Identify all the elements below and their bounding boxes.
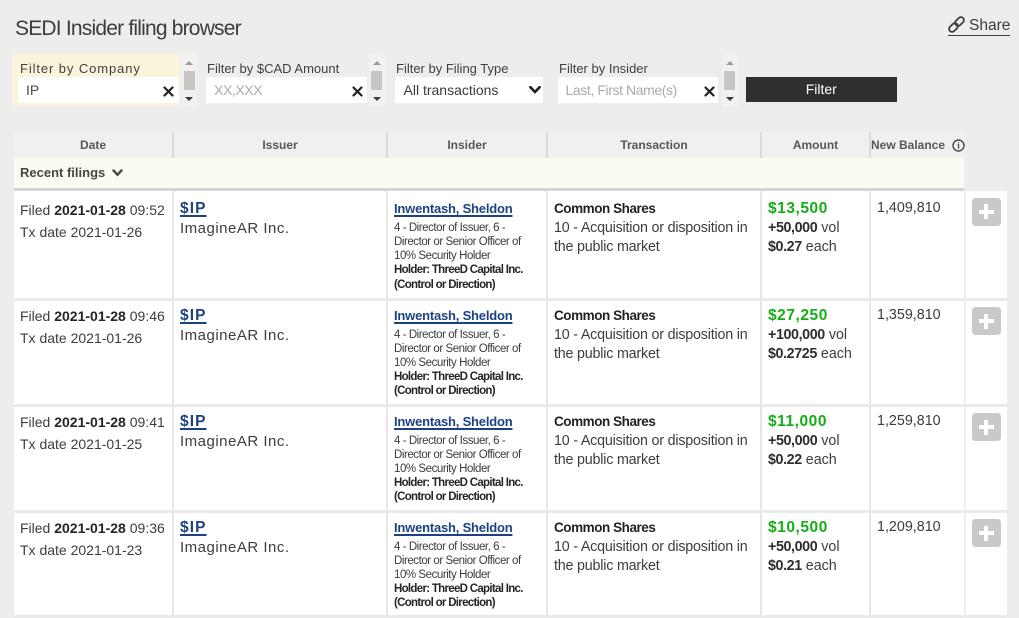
svg-text:i: i <box>958 140 961 150</box>
